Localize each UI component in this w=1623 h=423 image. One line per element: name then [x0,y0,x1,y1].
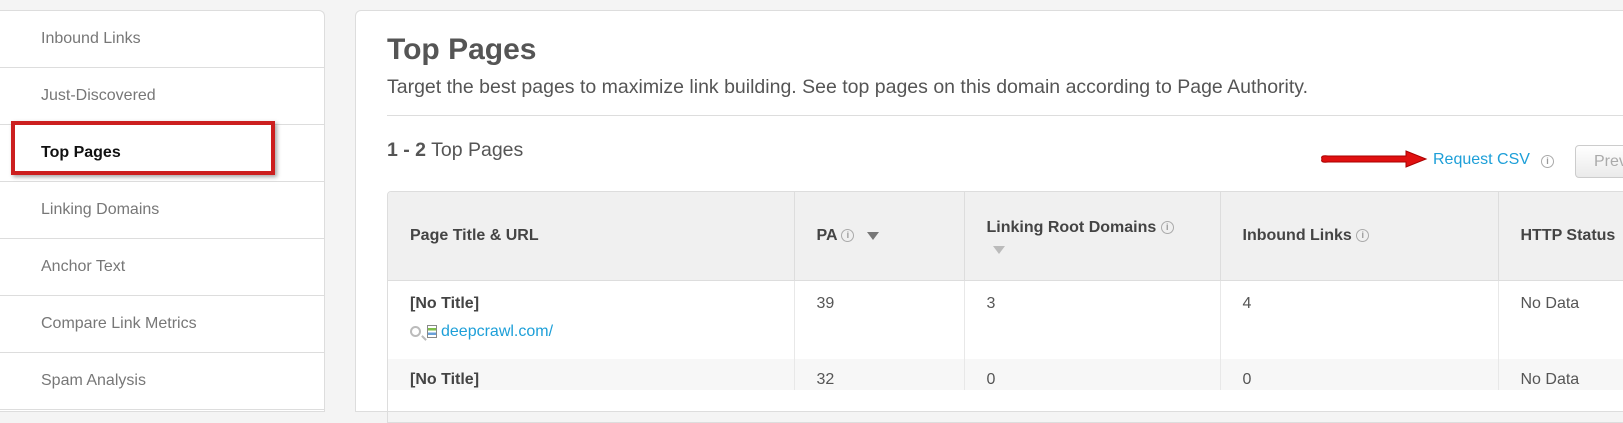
sidebar-item-label: Linking Domains [41,201,160,218]
column-header-pa[interactable]: PA i [794,192,965,281]
row-http-status: No Data [1498,280,1623,359]
row-inbound-links: 0 [1220,358,1499,390]
csv-info-icon[interactable]: i [1541,155,1554,168]
row-linking-root-domains: 3 [964,280,1221,359]
row-page-title: [No Title] [410,294,480,312]
inbound-info-icon[interactable]: i [1356,229,1370,243]
row-http-status: No Data [1498,358,1623,390]
column-header-linking-root-domains[interactable]: Linking Root Domains i [964,192,1221,281]
sidebar-item-just-discovered[interactable]: Just-Discovered [0,68,324,125]
table-row: [No Title] 32 0 0 No Data [388,358,1623,390]
divider [387,115,1623,116]
sidebar-item-linking-domains[interactable]: Linking Domains [0,182,324,239]
sidebar-item-label: Compare Link Metrics [41,315,197,332]
sidebar-item-spam-analysis[interactable]: Spam Analysis [0,353,324,410]
row-inbound-links: 4 [1220,280,1499,359]
column-header-inbound-links[interactable]: Inbound Links i [1220,192,1499,281]
results-count: 1 - 2 Top Pages [387,139,523,162]
page-title: Top Pages [387,33,537,66]
column-header-page-title[interactable]: Page Title & URL [388,192,795,281]
column-header-http-status[interactable]: HTTP Status [1498,192,1623,281]
lrd-info-icon[interactable]: i [1160,221,1174,235]
top-pages-table: Page Title & URL PA i Linking Root Domai… [387,191,1623,423]
sidebar-item-label: Inbound Links [41,30,141,47]
page-report-icon[interactable] [427,325,437,338]
sort-icon[interactable] [992,245,1005,254]
sidebar-item-label: Spam Analysis [41,372,146,389]
sort-descending-icon[interactable] [866,231,879,240]
sidebar-item-inbound-links[interactable]: Inbound Links [0,11,324,68]
request-csv-link[interactable]: Request CSV [1433,151,1530,169]
highlight-annotation-box [11,121,275,175]
sidebar-item-anchor-text[interactable]: Anchor Text [0,239,324,296]
row-pa: 39 [794,280,965,359]
table-row: [No Title] deepcrawl.com/ 39 3 4 No Data [388,280,1623,359]
row-linking-root-domains: 0 [964,358,1221,390]
pa-info-icon[interactable]: i [841,229,855,243]
row-pa: 32 [794,358,965,390]
table-header-row: Page Title & URL PA i Linking Root Domai… [388,192,1623,281]
row-url-link[interactable]: deepcrawl.com/ [441,323,553,341]
sidebar: Inbound Links Just-Discovered Top Pages … [0,10,325,412]
page-subtitle: Target the best pages to maximize link b… [387,76,1309,98]
sidebar-item-label: Anchor Text [41,258,126,275]
results-label: Top Pages [431,139,524,161]
row-page-title: [No Title] [410,370,480,388]
red-arrow-annotation-icon [1321,150,1428,168]
sidebar-item-label: Just-Discovered [41,87,156,104]
main-panel: Top Pages Target the best pages to maxim… [355,10,1623,423]
sidebar-item-compare-link-metrics[interactable]: Compare Link Metrics [0,296,324,353]
results-range: 1 - 2 [387,139,427,161]
prev-button[interactable]: Prev [1575,145,1623,178]
search-icon[interactable] [410,326,421,337]
